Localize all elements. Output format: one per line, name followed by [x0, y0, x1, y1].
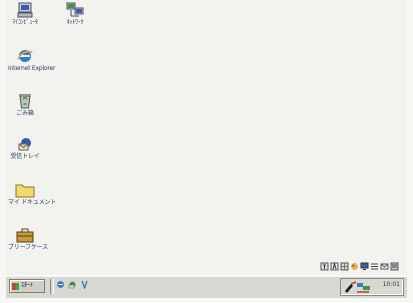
start-button-label: ｽﾀｰﾄ: [21, 282, 34, 289]
network-icon: [66, 2, 84, 17]
desktop-icon-my-documents[interactable]: マイ ドキュメント: [8, 182, 57, 206]
folder-icon: [15, 184, 35, 198]
windows-logo-icon: [12, 282, 19, 290]
paint-icon[interactable]: [350, 262, 359, 271]
show-desktop-icon[interactable]: [80, 280, 89, 289]
desktop-icon-briefcase[interactable]: ブリーフケース: [8, 227, 48, 251]
taskbar: ｽﾀｰﾄ 10:01: [6, 275, 407, 298]
desktop-icon-label: ブリーフケース: [8, 244, 48, 251]
desktop-icon-internet-explorer[interactable]: Internet Explorer: [8, 48, 56, 72]
start-button[interactable]: ｽﾀｰﾄ: [9, 279, 45, 293]
desktop: ﾏｲｺﾝﾋﾟｭｰﾀ ﾈｯﾄﾜｰｸ Internet Explorer ごみ箱 受…: [6, 0, 407, 275]
tray-status-icons[interactable]: [344, 281, 372, 294]
clock[interactable]: 10:01: [383, 281, 400, 288]
computer-icon: [17, 2, 33, 18]
monitor-icon[interactable]: [360, 262, 369, 271]
desktop-toolbar: [320, 262, 399, 271]
outlook-quicklaunch-icon[interactable]: [68, 280, 77, 289]
desktop-icon-outlook-express[interactable]: 受信トレイ: [8, 136, 42, 160]
mail-small-icon[interactable]: [380, 262, 389, 271]
quick-launch: [56, 280, 89, 289]
internet-explorer-quicklaunch-icon[interactable]: [56, 280, 65, 289]
desktop-icon-recycle-bin[interactable]: ごみ箱: [8, 93, 42, 117]
recycle-bin-icon: [19, 94, 31, 109]
desktop-icon-network[interactable]: ﾈｯﾄﾜｰｸ: [58, 2, 92, 26]
desktop-icon-label: ﾈｯﾄﾜｰｸ: [66, 19, 84, 26]
text-icon[interactable]: [320, 262, 329, 271]
desktop-icon-my-computer[interactable]: ﾏｲｺﾝﾋﾟｭｰﾀ: [8, 2, 42, 26]
toolbar-menu-icon[interactable]: [390, 262, 399, 271]
mail-icon: [18, 138, 31, 151]
list-icon[interactable]: [370, 262, 379, 271]
system-tray: 10:01: [340, 278, 404, 296]
desktop-icon-label: マイ ドキュメント: [8, 199, 57, 206]
desktop-icon-label: Internet Explorer: [8, 65, 56, 72]
desktop-icon-label: 受信トレイ: [10, 153, 40, 160]
quick-launch-separator: [50, 279, 54, 294]
internet-explorer-icon: [17, 50, 33, 62]
screen: ﾏｲｺﾝﾋﾟｭｰﾀ ﾈｯﾄﾜｰｸ Internet Explorer ごみ箱 受…: [0, 0, 413, 303]
briefcase-icon: [16, 228, 34, 243]
desktop-icon-label: ﾏｲｺﾝﾋﾟｭｰﾀ: [12, 19, 38, 26]
desktop-icon-label: ごみ箱: [16, 110, 34, 117]
a-icon[interactable]: [330, 262, 339, 271]
grid-icon[interactable]: [340, 262, 349, 271]
